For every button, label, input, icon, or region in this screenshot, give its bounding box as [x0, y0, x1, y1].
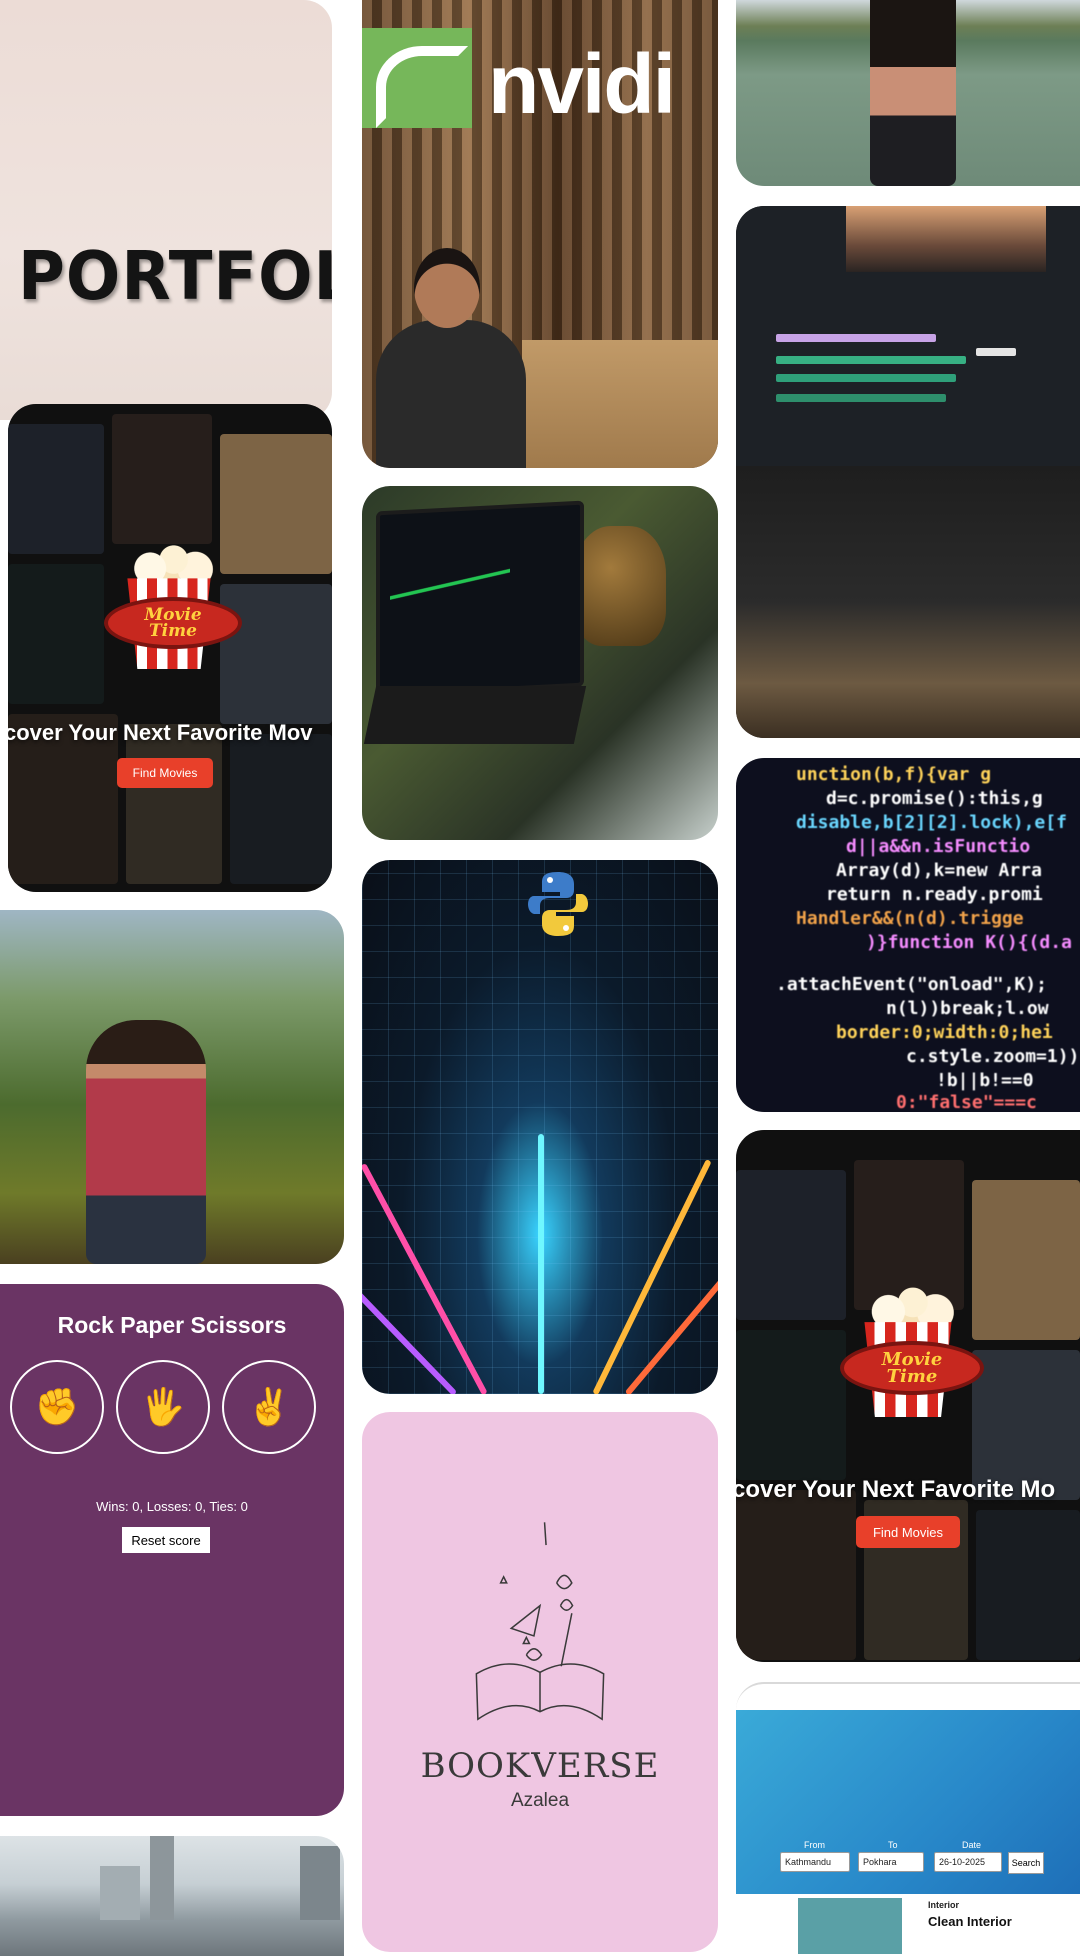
movie-time-logo: Movie Time: [104, 542, 242, 672]
rock-button[interactable]: ✊: [10, 1360, 104, 1454]
score-text: Wins: 0, Losses: 0, Ties: 0: [96, 1499, 248, 1514]
bookverse-subtitle: Azalea: [510, 1790, 570, 1811]
scissors-button[interactable]: ✌: [222, 1360, 316, 1454]
to-select[interactable]: Pokhara: [858, 1852, 924, 1872]
city-skyline-photo[interactable]: [0, 1836, 344, 1956]
portfolio-title: PORTFOLIO: [18, 238, 332, 316]
interior-title: Clean Interior: [928, 1914, 1012, 1929]
editor-screen: [736, 206, 1080, 466]
nvidia-wordmark: nvidi: [488, 37, 676, 131]
logo-line2: Time: [149, 620, 197, 641]
logo-line2: Time: [886, 1366, 938, 1388]
video-editor-monitor-photo[interactable]: [736, 206, 1080, 738]
trading-laptop-photo[interactable]: [362, 486, 718, 840]
reception-desk: [522, 340, 718, 468]
laptop-keyboard: [363, 686, 587, 744]
rock-paper-scissors-card[interactable]: Rock Paper Scissors ✊ 🖐 ✌ Wins: 0, Losse…: [0, 1284, 344, 1816]
open-book-icon: [475, 1522, 605, 1721]
person-figure: [86, 1020, 206, 1264]
lake-portrait-photo[interactable]: [736, 0, 1080, 186]
movie-heading: cover Your Next Favorite Mo: [736, 1476, 1056, 1503]
movie-app-card-large[interactable]: Movie Time cover Your Next Favorite Mo F…: [736, 1130, 1080, 1662]
monitor-stand: [736, 466, 1080, 738]
bookverse-card[interactable]: BOOKVERSE Azalea: [362, 1412, 718, 1952]
movie-app-card-small[interactable]: Movie Time cover Your Next Favorite Mov …: [8, 404, 332, 892]
portfolio-card[interactable]: PORTFOLIO: [0, 0, 332, 420]
find-movies-button[interactable]: Find Movies: [117, 758, 213, 788]
person-figure: [870, 0, 956, 186]
code-closeup-photo[interactable]: unction(b,f){var g d=c.promise():this,g …: [736, 758, 1080, 1112]
movie-time-logo: Movie Time: [840, 1284, 984, 1420]
bookverse-title: BOOKVERSE: [420, 1746, 660, 1786]
laptop-screen: [376, 500, 584, 698]
garden-portrait-photo[interactable]: [0, 910, 344, 1264]
vase: [574, 526, 666, 646]
travel-booking-ui-card[interactable]: From To Date Kathmandu Pokhara 26-10-202…: [736, 1682, 1080, 1954]
find-movies-button[interactable]: Find Movies: [856, 1516, 960, 1548]
date-input[interactable]: 26-10-2025: [934, 1852, 1002, 1872]
rps-title: Rock Paper Scissors: [57, 1312, 287, 1338]
nvidia-logo-icon: [362, 28, 472, 128]
person-figure: [376, 320, 526, 468]
paper-button[interactable]: 🖐: [116, 1360, 210, 1454]
interior-thumbnail: [798, 1898, 902, 1954]
search-button[interactable]: Search: [1008, 1852, 1044, 1874]
reset-score-button[interactable]: Reset score: [122, 1527, 210, 1553]
python-tech-artwork[interactable]: [362, 860, 718, 1394]
python-logo-icon: [528, 872, 588, 936]
from-select[interactable]: Kathmandu: [780, 1852, 850, 1872]
movie-heading: cover Your Next Favorite Mov: [8, 720, 313, 745]
interior-tag: Interior: [928, 1900, 960, 1910]
nvidia-office-photo[interactable]: nvidi: [362, 0, 718, 468]
booking-hero: From To Date Kathmandu Pokhara 26-10-202…: [736, 1710, 1080, 1894]
